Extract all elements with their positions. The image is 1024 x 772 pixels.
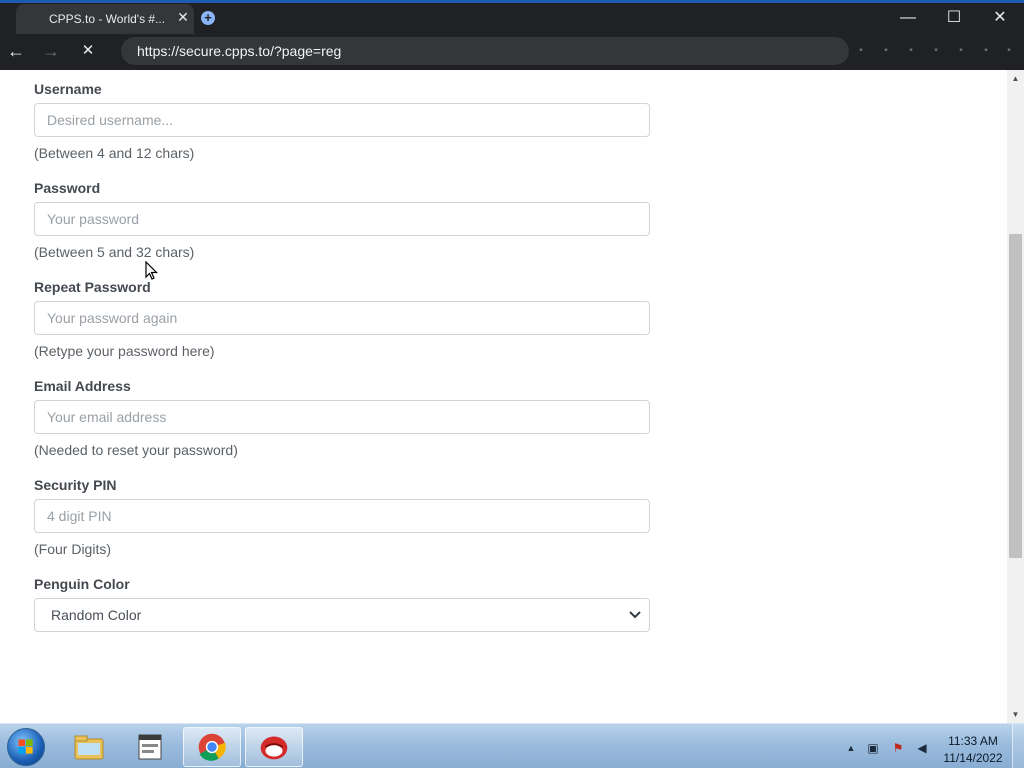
clock-date[interactable]: 11/14/2022 (940, 751, 1006, 765)
password-help: (Between 5 and 32 chars) (34, 244, 195, 260)
password-label: Password (34, 180, 101, 196)
application-window-icon (138, 734, 162, 760)
pin-help: (Four Digits) (34, 541, 112, 557)
browser-tab[interactable]: CPPS.to - World's #... ✕ (16, 4, 194, 34)
windows-logo-icon (18, 739, 33, 754)
repeat-password-field[interactable] (34, 301, 650, 335)
password-input[interactable] (35, 203, 649, 235)
windows-taskbar: ▲ ▣ ⚑ ◀ 11:33 AM 11/14/2022 (0, 723, 1024, 769)
browser-toolbar: CPPS.to - World's #... ✕ + — ☐ ✕ ← → ✕ h… (0, 0, 1024, 70)
pin-input[interactable] (35, 500, 649, 532)
email-input[interactable] (35, 401, 649, 433)
extension-icon[interactable]: ▪ (980, 44, 992, 58)
username-help: (Between 4 and 12 chars) (34, 145, 195, 161)
email-field[interactable] (34, 400, 650, 434)
address-bar[interactable]: https://secure.cpps.to/?page=reg (121, 37, 849, 65)
maximize-icon[interactable]: ☐ (944, 8, 964, 28)
extension-icon[interactable]: ▪ (855, 44, 867, 58)
repeat-password-label: Repeat Password (34, 279, 151, 295)
repeat-password-input[interactable] (35, 302, 649, 334)
volume-icon[interactable]: ◀ (915, 741, 929, 755)
penguin-color-value: Random Color (51, 607, 142, 623)
pin-field[interactable] (34, 499, 650, 533)
username-field[interactable] (34, 103, 650, 137)
window-close-icon[interactable]: ✕ (990, 8, 1010, 28)
window-top-accent (0, 0, 1024, 3)
mouse-cursor-icon (145, 261, 158, 280)
folder-icon (74, 735, 104, 760)
show-hidden-icons-icon[interactable]: ▲ (844, 741, 858, 755)
new-tab-icon[interactable]: + (201, 11, 215, 25)
address-bar-url: https://secure.cpps.to/?page=reg (137, 43, 342, 59)
menu-icon[interactable]: ▪ (1003, 44, 1015, 58)
back-icon[interactable]: ← (5, 40, 27, 62)
scroll-down-icon[interactable]: ▼ (1007, 706, 1024, 723)
forward-icon[interactable]: → (40, 40, 62, 62)
scrollbar-thumb[interactable] (1009, 234, 1022, 558)
password-field[interactable] (34, 202, 650, 236)
pin-label: Security PIN (34, 477, 117, 493)
page-viewport: Username (Between 4 and 12 chars) Passwo… (0, 70, 1024, 723)
repeat-password-help: (Retype your password here) (34, 343, 215, 359)
show-desktop-button[interactable] (1012, 724, 1024, 769)
network-icon[interactable]: ▣ (866, 741, 880, 755)
extension-icon[interactable]: ▪ (905, 44, 917, 58)
extension-icon[interactable]: ▪ (880, 44, 892, 58)
tab-title: CPPS.to - World's #... (49, 12, 166, 26)
taskbar-chrome[interactable] (183, 727, 241, 767)
scroll-up-icon[interactable]: ▲ (1007, 70, 1024, 87)
stop-loading-icon[interactable]: ✕ (77, 40, 99, 62)
penguin-color-select[interactable]: Random Color (34, 598, 650, 632)
username-input[interactable] (35, 104, 649, 136)
taskbar-explorer[interactable] (60, 727, 118, 767)
action-center-flag-icon[interactable]: ⚑ (891, 741, 905, 755)
clock-time[interactable]: 11:33 AM (940, 734, 1006, 748)
tab-close-icon[interactable]: ✕ (176, 10, 190, 24)
start-button[interactable] (7, 728, 45, 766)
username-label: Username (34, 81, 102, 97)
taskbar-game[interactable] (245, 727, 303, 767)
taskbar-app[interactable] (121, 727, 179, 767)
penguin-game-icon (260, 736, 288, 760)
email-help: (Needed to reset your password) (34, 442, 238, 458)
extension-icon[interactable]: ▪ (930, 44, 942, 58)
chevron-down-icon (629, 611, 641, 619)
email-label: Email Address (34, 378, 131, 394)
vertical-scrollbar[interactable]: ▲ ▼ (1007, 70, 1024, 723)
penguin-color-label: Penguin Color (34, 576, 130, 592)
minimize-icon[interactable]: — (898, 8, 918, 28)
chrome-icon (198, 733, 226, 761)
extension-icon[interactable]: ▪ (955, 44, 967, 58)
